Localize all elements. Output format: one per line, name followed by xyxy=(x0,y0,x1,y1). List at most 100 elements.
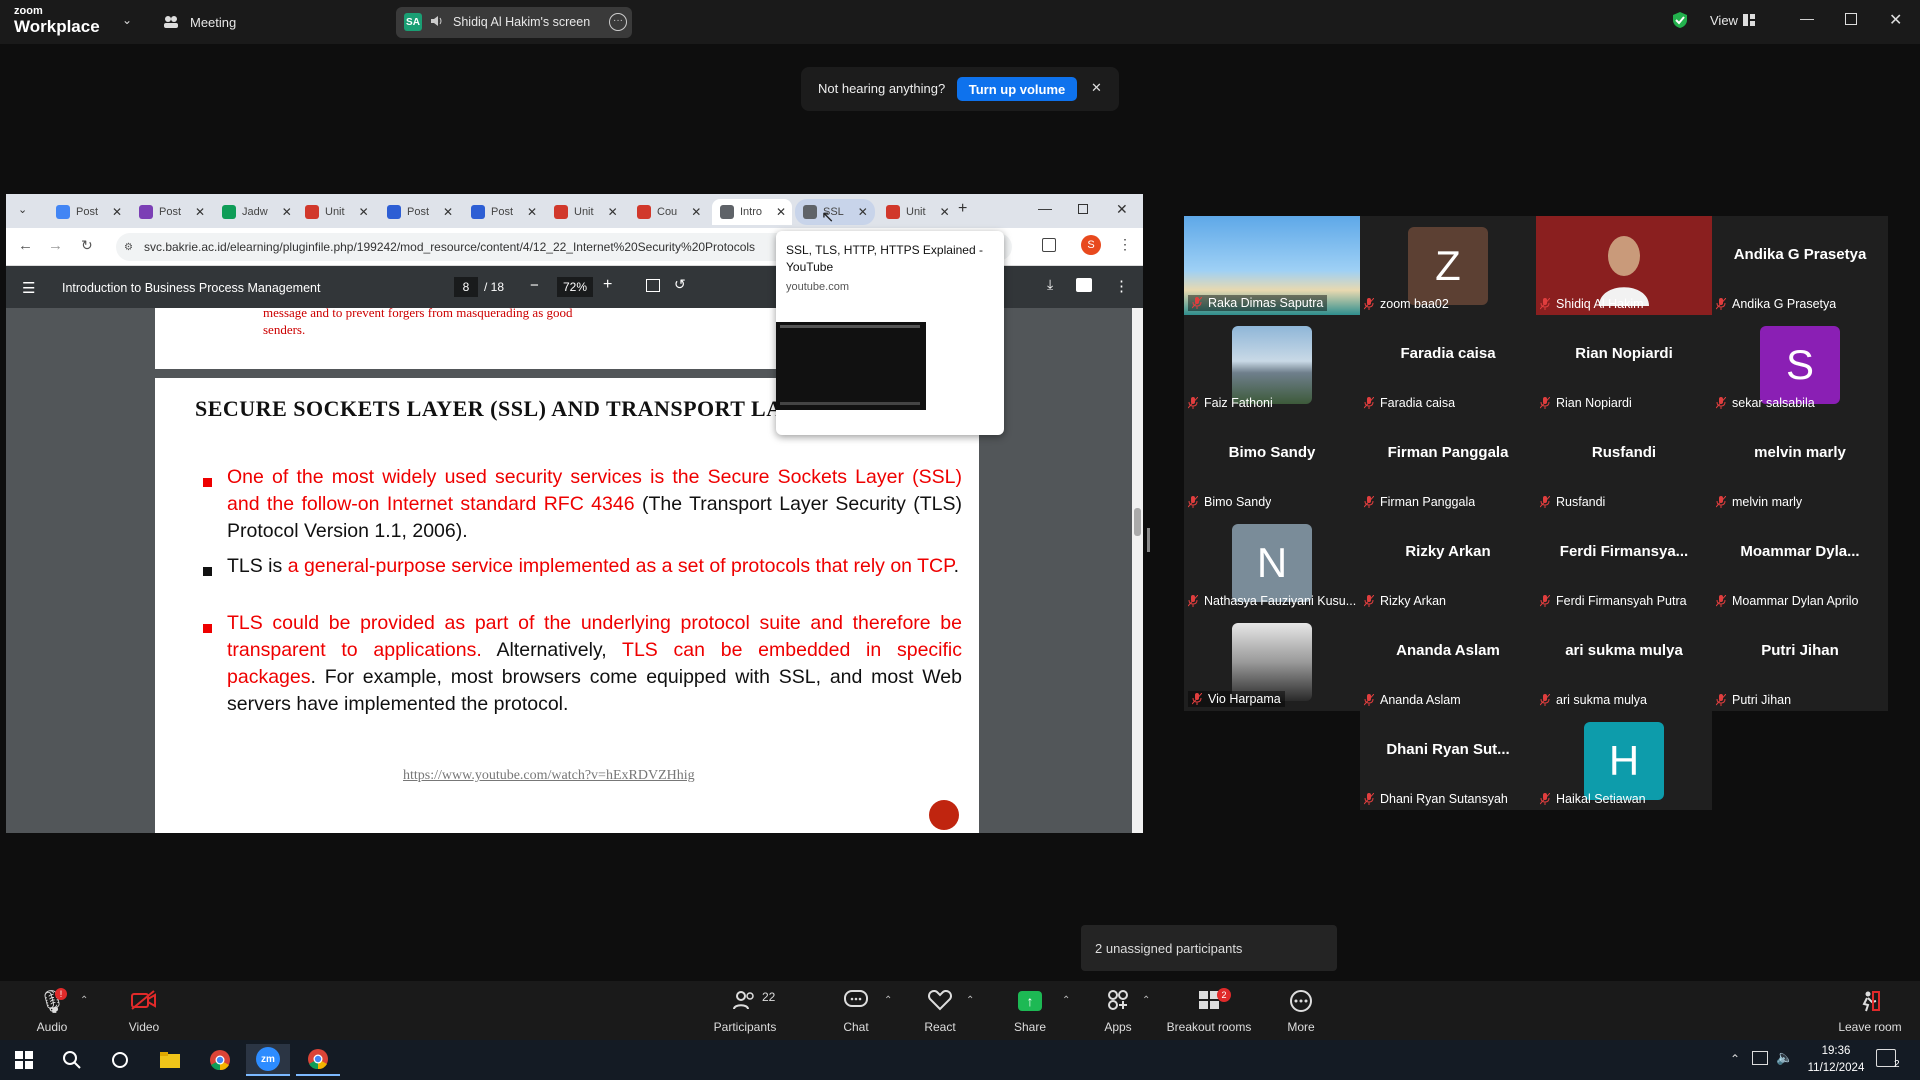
volume-icon[interactable]: 🔈 xyxy=(1776,1049,1793,1066)
participant-tile[interactable]: Dhani Ryan Sut... Dhani Ryan Sutansyah xyxy=(1360,711,1536,810)
browser-tab[interactable]: Unit ✕ xyxy=(878,199,958,225)
windows-start-icon[interactable] xyxy=(2,1044,46,1076)
audio-button[interactable]: 🎙 ! Audio xyxy=(7,981,97,1040)
share-button[interactable]: ↑ Share xyxy=(985,981,1075,1040)
notification-center-icon[interactable] xyxy=(1876,1049,1896,1067)
participant-tile[interactable]: Raka Dimas Saputra xyxy=(1184,216,1360,315)
minimize-icon[interactable]: — xyxy=(1800,10,1814,26)
pdf-more-icon[interactable]: ⋮ xyxy=(1114,277,1129,295)
browser-tab[interactable]: Post ✕ xyxy=(131,199,211,225)
tab-close-icon[interactable]: ✕ xyxy=(527,205,537,219)
participant-tile[interactable]: Ananda Aslam Ananda Aslam xyxy=(1360,612,1536,711)
tab-close-icon[interactable]: ✕ xyxy=(940,205,950,219)
new-tab-icon[interactable]: + xyxy=(958,200,967,218)
leave-room-button[interactable]: Leave room xyxy=(1825,981,1915,1040)
close-notification-icon[interactable]: ✕ xyxy=(1091,80,1102,96)
page-number-input[interactable]: 8 xyxy=(454,277,478,297)
participant-tile[interactable]: Faradia caisa Faradia caisa xyxy=(1360,315,1536,414)
participant-tile[interactable]: melvin marly melvin marly xyxy=(1712,414,1888,513)
scroll-thumb[interactable] xyxy=(1134,508,1141,536)
apps-button[interactable]: Apps xyxy=(1073,981,1163,1040)
participant-tile[interactable]: Ssekar salsabila xyxy=(1712,315,1888,414)
extensions-icon[interactable] xyxy=(1042,238,1056,252)
participant-tile[interactable]: Vio Harpama xyxy=(1184,612,1360,711)
participant-tile[interactable]: Ferdi Firmansya... Ferdi Firmansyah Putra xyxy=(1536,513,1712,612)
browser-minimize-icon[interactable]: — xyxy=(1038,200,1052,216)
browser-tab[interactable]: SSL ✕ xyxy=(795,199,875,225)
participant-tile[interactable]: Rian Nopiardi Rian Nopiardi xyxy=(1536,315,1712,414)
split-handle[interactable] xyxy=(1147,528,1150,552)
tab-list-icon[interactable]: ⌄ xyxy=(18,203,27,216)
clock-time[interactable]: 19:36 xyxy=(1808,1045,1864,1057)
browser-tab[interactable]: Jadw ✕ xyxy=(214,199,294,225)
audio-options-icon[interactable]: ⌃ xyxy=(80,995,88,1006)
participant-tile[interactable]: ari sukma mulya ari sukma mulya xyxy=(1536,612,1712,711)
pdf-scrollbar[interactable] xyxy=(1132,308,1143,833)
youtube-link[interactable]: https://www.youtube.com/watch?v=hExRDVZH… xyxy=(403,768,695,784)
chat-button[interactable]: Chat xyxy=(811,981,901,1040)
browser-tab[interactable]: Post ✕ xyxy=(463,199,543,225)
reload-icon[interactable]: ↻ xyxy=(81,237,93,254)
zoom-out-icon[interactable]: − xyxy=(530,277,539,294)
task-view-icon[interactable] xyxy=(98,1044,142,1076)
tab-close-icon[interactable]: ✕ xyxy=(691,205,701,219)
browser-tab[interactable]: Unit ✕ xyxy=(546,199,626,225)
file-explorer-icon[interactable] xyxy=(148,1044,192,1076)
view-button[interactable]: View xyxy=(1710,13,1738,28)
browser-tab[interactable]: Post ✕ xyxy=(379,199,459,225)
chrome-icon[interactable] xyxy=(198,1044,242,1076)
participant-tile[interactable]: Zzoom baa02 xyxy=(1360,216,1536,315)
browser-tab[interactable]: Intro ✕ xyxy=(712,199,792,225)
browser-tab[interactable]: Post ✕ xyxy=(48,199,128,225)
participant-tile[interactable]: N Nathasya Fauziyani Kusu... xyxy=(1184,513,1360,612)
tab-close-icon[interactable]: ✕ xyxy=(359,205,369,219)
browser-tab[interactable]: Unit ✕ xyxy=(297,199,377,225)
participant-tile[interactable]: Putri Jihan Putri Jihan xyxy=(1712,612,1888,711)
turn-up-volume-button[interactable]: Turn up volume xyxy=(957,77,1077,101)
react-options-icon[interactable]: ⌃ xyxy=(966,995,974,1006)
profile-avatar[interactable]: S xyxy=(1081,235,1101,255)
react-button[interactable]: React xyxy=(895,981,985,1040)
tab-close-icon[interactable]: ✕ xyxy=(608,205,618,219)
participant-tile[interactable]: Shidiq Al Hakim xyxy=(1536,216,1712,315)
tab-close-icon[interactable]: ✕ xyxy=(776,205,786,219)
participant-tile[interactable]: Andika G Prasetya Andika G Prasetya xyxy=(1712,216,1888,315)
participant-tile[interactable]: Rizky Arkan Rizky Arkan xyxy=(1360,513,1536,612)
tab-close-icon[interactable]: ✕ xyxy=(443,205,453,219)
participant-tile[interactable]: Bimo Sandy Bimo Sandy xyxy=(1184,414,1360,513)
participant-tile[interactable]: Faiz Fathoni xyxy=(1184,315,1360,414)
rotate-icon[interactable]: ↺ xyxy=(674,276,686,293)
search-icon[interactable] xyxy=(50,1044,94,1076)
participant-tile[interactable]: Firman Panggala Firman Panggala xyxy=(1360,414,1536,513)
zoom-in-icon[interactable]: + xyxy=(603,276,612,294)
browser-menu-icon[interactable]: ⋮ xyxy=(1118,236,1132,253)
video-button[interactable]: Video xyxy=(99,981,189,1040)
meeting-label[interactable]: Meeting xyxy=(190,15,236,30)
network-icon[interactable] xyxy=(1752,1051,1768,1065)
zoom-taskbar-icon[interactable]: zm xyxy=(246,1044,290,1076)
share-options-icon[interactable]: ⌃ xyxy=(1062,995,1070,1006)
more-options-icon[interactable]: ··· xyxy=(609,13,627,31)
back-icon[interactable]: ← xyxy=(18,237,33,254)
tray-chevron-icon[interactable]: ⌃ xyxy=(1730,1052,1740,1066)
chat-options-icon[interactable]: ⌃ xyxy=(884,995,892,1006)
site-info-icon[interactable]: ⚙ xyxy=(124,242,133,253)
pdf-menu-icon[interactable]: ☰ xyxy=(22,279,35,297)
participant-tile[interactable]: Rusfandi Rusfandi xyxy=(1536,414,1712,513)
more-button[interactable]: More xyxy=(1256,981,1346,1040)
breakout-rooms-button[interactable]: 2 Breakout rooms xyxy=(1164,981,1254,1040)
fit-page-icon[interactable] xyxy=(646,279,660,292)
chevron-down-icon[interactable]: ⌄ xyxy=(122,13,132,27)
print-icon[interactable] xyxy=(1076,278,1092,292)
zoom-level-input[interactable]: 72% xyxy=(557,277,593,297)
participants-button[interactable]: 22 Participants xyxy=(700,981,790,1040)
participant-tile[interactable]: H Haikal Setiawan xyxy=(1536,711,1712,810)
tab-close-icon[interactable]: ✕ xyxy=(195,205,205,219)
browser-maximize-icon[interactable] xyxy=(1078,204,1088,214)
participant-tile[interactable]: Moammar Dyla... Moammar Dylan Aprilo xyxy=(1712,513,1888,612)
clock-date[interactable]: 11/12/2024 xyxy=(1800,1062,1872,1074)
close-window-icon[interactable]: ✕ xyxy=(1889,10,1902,30)
apps-options-icon[interactable]: ⌃ xyxy=(1142,995,1150,1006)
chrome-active-icon[interactable] xyxy=(296,1044,340,1076)
browser-tab[interactable]: Cou ✕ xyxy=(629,199,709,225)
